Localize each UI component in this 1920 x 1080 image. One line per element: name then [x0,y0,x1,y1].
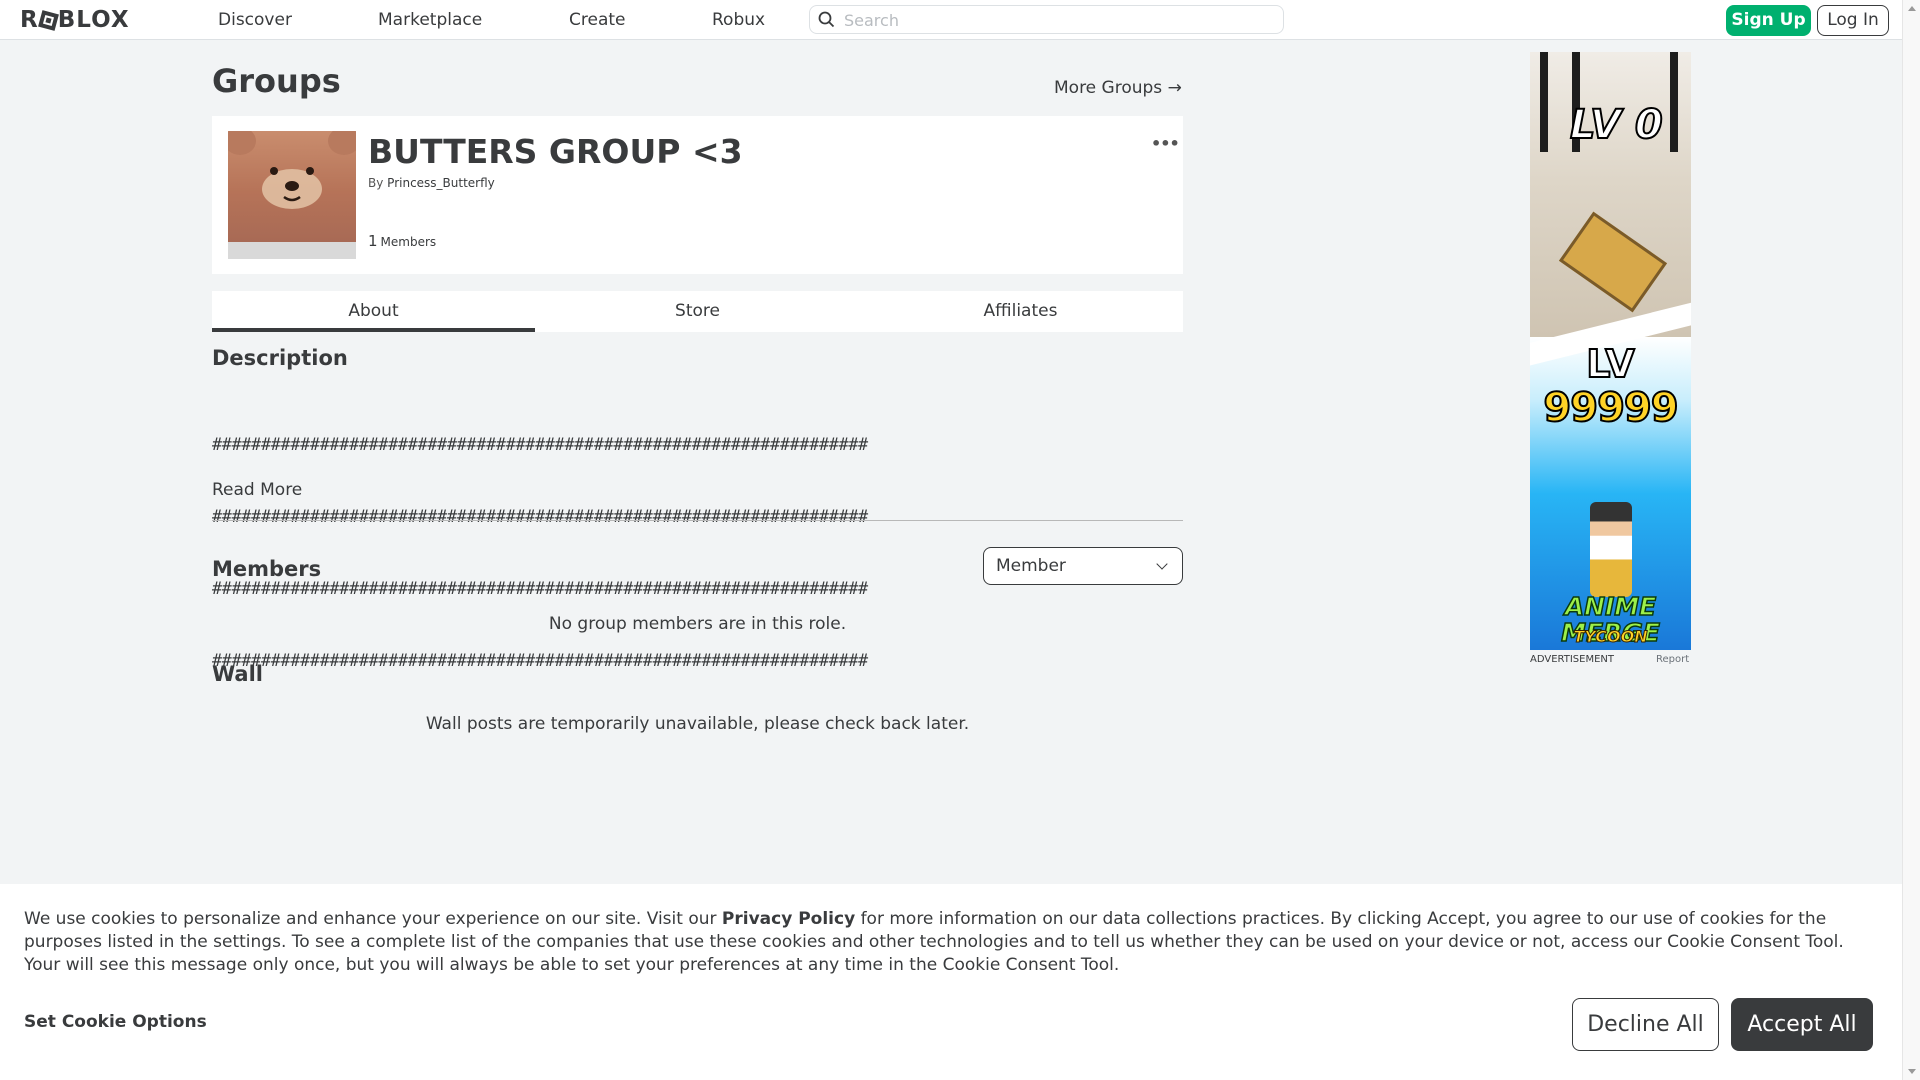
role-dropdown-value: Member [996,556,1066,576]
cookie-consent-banner: We use cookies to personalize and enhanc… [0,884,1902,1080]
scroll-up-arrow-icon[interactable] [1908,6,1916,11]
bear-image [228,131,356,242]
ad-lv0-text: LV 0 [1569,101,1664,149]
group-description: ########################################… [212,385,1183,697]
top-nav: R BLOX Discover Marketplace Create Robux … [0,0,1902,40]
report-ad-link[interactable]: Report [1656,654,1689,665]
description-line: ########################################… [212,435,868,454]
by-prefix: By [368,176,384,190]
ad-bar [1670,52,1678,152]
ad-bar [1540,52,1548,152]
signup-button[interactable]: Sign Up [1726,5,1811,36]
set-cookie-options-link[interactable]: Set Cookie Options [24,1012,207,1032]
tab-affiliates[interactable]: Affiliates [859,291,1182,332]
ad-lv-text: LV [1585,341,1635,387]
advertisement-banner[interactable]: LV 0 LV 99999 ANIME MERGE TYCOON [1530,52,1691,650]
roblox-logo[interactable]: R BLOX [20,7,130,33]
members-heading: Members [212,557,322,581]
read-more-link[interactable]: Read More [212,480,302,500]
group-owner-link[interactable]: Princess_Butterfly [387,176,495,190]
wall-unavailable-message: Wall posts are temporarily unavailable, … [425,714,970,734]
ad-level-number: 99999 [1542,384,1679,432]
accept-all-button[interactable]: Accept All [1731,998,1873,1051]
decline-all-button[interactable]: Decline All [1572,998,1719,1051]
description-line: ########################################… [212,507,868,526]
ad-game-subtitle: TYCOON [1573,627,1648,647]
tab-about[interactable]: About [212,291,535,332]
chevron-down-icon [1156,558,1168,570]
group-owner-line: By Princess_Butterfly [368,176,495,190]
member-count-value: 1 [368,232,378,250]
search-input[interactable] [844,9,1264,31]
group-header-card: BUTTERS GROUP <3 By Princess_Butterfly 1… [212,116,1183,274]
description-heading: Description [212,346,348,370]
role-dropdown[interactable]: Member [983,547,1183,585]
member-count-label: Members [380,235,437,249]
login-button[interactable]: Log In [1817,5,1889,36]
more-options-icon[interactable]: ••• [1151,134,1180,153]
cookie-text-start: We use cookies to personalize and enhanc… [24,909,722,929]
group-tabs: About Store Affiliates [212,291,1183,332]
section-divider [212,520,1183,521]
tab-store[interactable]: Store [536,291,859,332]
ad-anime-character [1590,502,1632,597]
cookie-message: We use cookies to personalize and enhanc… [24,908,1884,977]
scroll-down-arrow-icon[interactable] [1908,1069,1916,1074]
nav-robux[interactable]: Robux [712,10,765,30]
search-icon [818,11,835,28]
description-line: ########################################… [212,651,868,670]
bear-face-icon [228,131,356,209]
group-name: BUTTERS GROUP <3 [368,132,743,171]
privacy-policy-link[interactable]: Privacy Policy [722,909,855,929]
group-emblem-image [228,131,356,259]
wall-heading: Wall [212,662,263,686]
advertisement-label: ADVERTISEMENT [1530,654,1615,665]
nav-marketplace[interactable]: Marketplace [378,10,482,30]
page-title: Groups [212,62,341,100]
nav-create[interactable]: Create [569,10,626,30]
page-scrollbar[interactable] [1902,0,1920,1080]
search-box[interactable] [809,5,1284,34]
no-members-message: No group members are in this role. [548,614,847,634]
more-groups-link[interactable]: More Groups → [1054,78,1182,98]
member-count: 1 Members [368,232,436,250]
nav-discover[interactable]: Discover [218,10,292,30]
